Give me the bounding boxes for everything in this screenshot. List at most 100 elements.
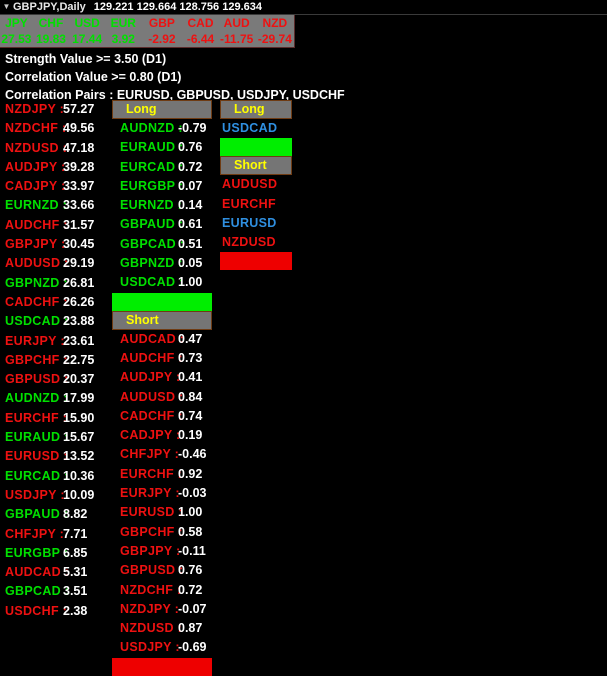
correlation-long-item[interactable]: EURAUD :0.76 bbox=[112, 138, 212, 157]
correlation-long-item[interactable]: EURNZD :0.14 bbox=[112, 196, 212, 215]
pair-value: 39.28 bbox=[63, 159, 95, 174]
pair-value: 0.58 bbox=[178, 524, 203, 539]
chevron-down-icon[interactable]: ▼ bbox=[0, 3, 13, 11]
strength-value-gbp: -2.92 bbox=[148, 32, 176, 46]
signal-short-item[interactable]: EURUSD bbox=[222, 214, 294, 233]
strength-list-item[interactable]: AUDCAD :5.31 bbox=[5, 563, 105, 582]
pair-value: -0.11 bbox=[178, 543, 206, 558]
correlation-long-item[interactable]: EURCAD :0.72 bbox=[112, 158, 212, 177]
strength-list-item[interactable]: GBPAUD :8.82 bbox=[5, 505, 105, 524]
correlation-short-item[interactable]: CADJPY :0.19 bbox=[112, 426, 212, 445]
pair-symbol: GBPJPY : bbox=[5, 237, 66, 252]
strength-list-item[interactable]: USDJPY :10.09 bbox=[5, 486, 105, 505]
strength-list-item[interactable]: EURGBP :6.85 bbox=[5, 544, 105, 563]
pair-symbol: USDCAD : bbox=[5, 314, 69, 329]
strength-list-item[interactable]: CADJPY :33.97 bbox=[5, 177, 105, 196]
pair-value: 0.74 bbox=[178, 408, 203, 423]
correlation-long-item[interactable]: AUDNZD : -0.79 bbox=[112, 119, 212, 138]
correlation-short-item[interactable]: AUDCHF :0.73 bbox=[112, 349, 212, 368]
strength-list-item[interactable]: EURNZD :33.66 bbox=[5, 196, 105, 215]
correlation-short-item[interactable]: AUDUSD :0.84 bbox=[112, 388, 212, 407]
signal-short-item[interactable]: EURCHF bbox=[222, 195, 294, 214]
strength-list-item[interactable]: NZDJPY :57.27 bbox=[5, 100, 105, 119]
strength-list-item[interactable]: EURUSD :13.52 bbox=[5, 447, 105, 466]
correlation-long-item[interactable]: GBPCAD :0.51 bbox=[112, 235, 212, 254]
pair-value: 15.90 bbox=[63, 410, 95, 425]
strength-list-item[interactable]: NZDUSD :47.18 bbox=[5, 139, 105, 158]
strength-currency-eur: EUR bbox=[110, 16, 136, 30]
pair-value: 0.92 bbox=[178, 466, 203, 481]
correlation-short-item[interactable]: CADCHF :0.74 bbox=[112, 407, 212, 426]
pair-symbol: EURCAD : bbox=[5, 468, 69, 483]
correlation-short-item[interactable]: EURUSD :1.00 bbox=[112, 503, 212, 522]
pair-value: 0.76 bbox=[178, 140, 203, 155]
correlation-short-item[interactable]: NZDUSD :0.87 bbox=[112, 619, 212, 638]
pair-symbol: USDCHF : bbox=[5, 603, 68, 618]
pair-symbol: EURCAD : bbox=[120, 159, 184, 174]
pair-value: 31.57 bbox=[63, 217, 95, 232]
strength-list-item[interactable]: EURCAD :10.36 bbox=[5, 467, 105, 486]
correlation-short-item[interactable]: EURJPY : -0.03 bbox=[112, 484, 212, 503]
pair-value: 23.88 bbox=[63, 314, 95, 329]
pair-symbol: EURJPY : bbox=[5, 333, 65, 348]
strength-currency-chf: CHF bbox=[38, 16, 64, 30]
correlation-long-item[interactable]: EURGBP :0.07 bbox=[112, 177, 212, 196]
strength-value-aud: -11.75 bbox=[219, 32, 254, 46]
criteria-block: Strength Value >= 3.50 (D1) Correlation … bbox=[5, 50, 525, 104]
pair-value: 1.00 bbox=[178, 275, 203, 290]
correlation-long-item[interactable]: GBPNZD :0.05 bbox=[112, 254, 212, 273]
strength-list-item[interactable]: AUDJPY :39.28 bbox=[5, 158, 105, 177]
pair-symbol: AUDCAD : bbox=[5, 565, 70, 580]
signal-long-status-bar bbox=[220, 138, 292, 157]
correlation-long-item[interactable]: USDCAD :1.00 bbox=[112, 273, 212, 292]
strength-list-item[interactable]: USDCHF :2.38 bbox=[5, 602, 105, 621]
correlation-long-item[interactable]: GBPAUD :0.61 bbox=[112, 215, 212, 234]
strength-list-item[interactable]: NZDCHF :49.56 bbox=[5, 119, 105, 138]
strength-list-item[interactable]: AUDUSD :29.19 bbox=[5, 254, 105, 273]
strength-list-item[interactable]: CADCHF :26.26 bbox=[5, 293, 105, 312]
strength-list-item[interactable]: GBPCAD :3.51 bbox=[5, 582, 105, 601]
correlation-short-item[interactable]: GBPCHF :0.58 bbox=[112, 523, 212, 542]
strength-list-item[interactable]: GBPJPY :30.45 bbox=[5, 235, 105, 254]
correlation-short-item[interactable]: CHFJPY : -0.46 bbox=[112, 445, 212, 464]
strength-list-item[interactable]: EURCHF :15.90 bbox=[5, 409, 105, 428]
signal-long-item[interactable]: USDCAD bbox=[222, 119, 294, 138]
correlation-short-item[interactable]: NZDJPY : -0.07 bbox=[112, 600, 212, 619]
strength-list-item[interactable]: CHFJPY :7.71 bbox=[5, 525, 105, 544]
pair-symbol: AUDCAD : bbox=[120, 331, 185, 346]
correlation-short-item[interactable]: NZDCHF :0.72 bbox=[112, 581, 212, 600]
strength-list-item[interactable]: GBPNZD :26.81 bbox=[5, 274, 105, 293]
strength-list-item[interactable]: USDCAD :23.88 bbox=[5, 312, 105, 331]
pair-symbol: EURGBP : bbox=[120, 178, 184, 193]
correlation-short-item[interactable]: USDJPY : -0.69 bbox=[112, 638, 212, 657]
pair-value: 0.87 bbox=[178, 621, 203, 636]
pair-symbol: NZDJPY : bbox=[120, 601, 180, 616]
pair-value: 13.52 bbox=[63, 449, 95, 464]
signal-short-header: Short bbox=[220, 156, 292, 176]
strength-list-item[interactable]: AUDNZD :17.99 bbox=[5, 389, 105, 408]
correlation-short-item[interactable]: GBPJPY : -0.11 bbox=[112, 542, 212, 561]
pair-symbol: NZDCHF : bbox=[5, 121, 67, 136]
pair-value: 0.41 bbox=[178, 370, 203, 385]
correlation-short-item[interactable]: AUDCAD :0.47 bbox=[112, 330, 212, 349]
strength-list-item[interactable]: GBPUSD :20.37 bbox=[5, 370, 105, 389]
correlation-short-item[interactable]: EURCHF :0.92 bbox=[112, 465, 212, 484]
correlation-short-item[interactable]: GBPUSD :0.76 bbox=[112, 561, 212, 580]
pair-symbol: GBPUSD : bbox=[5, 372, 69, 387]
strength-list-item[interactable]: GBPCHF :22.75 bbox=[5, 351, 105, 370]
pair-value: 30.45 bbox=[63, 237, 95, 252]
pair-value: 17.99 bbox=[63, 391, 95, 406]
pair-symbol: GBPUSD : bbox=[120, 563, 184, 578]
pair-symbol: GBPCAD : bbox=[5, 584, 70, 599]
pair-value: 1.00 bbox=[178, 505, 203, 520]
strength-criteria-line: Strength Value >= 3.50 (D1) bbox=[5, 52, 167, 66]
signal-short-item[interactable]: NZDUSD bbox=[222, 233, 294, 252]
strength-list-item[interactable]: AUDCHF :31.57 bbox=[5, 216, 105, 235]
signal-short-item[interactable]: AUDUSD bbox=[222, 175, 294, 194]
pair-value: 5.31 bbox=[63, 565, 88, 580]
pair-value: 57.27 bbox=[63, 102, 95, 116]
correlation-short-item[interactable]: AUDJPY :0.41 bbox=[112, 368, 212, 387]
strength-currency-cad: CAD bbox=[187, 16, 214, 30]
strength-list-item[interactable]: EURAUD :15.67 bbox=[5, 428, 105, 447]
strength-list-item[interactable]: EURJPY :23.61 bbox=[5, 332, 105, 351]
